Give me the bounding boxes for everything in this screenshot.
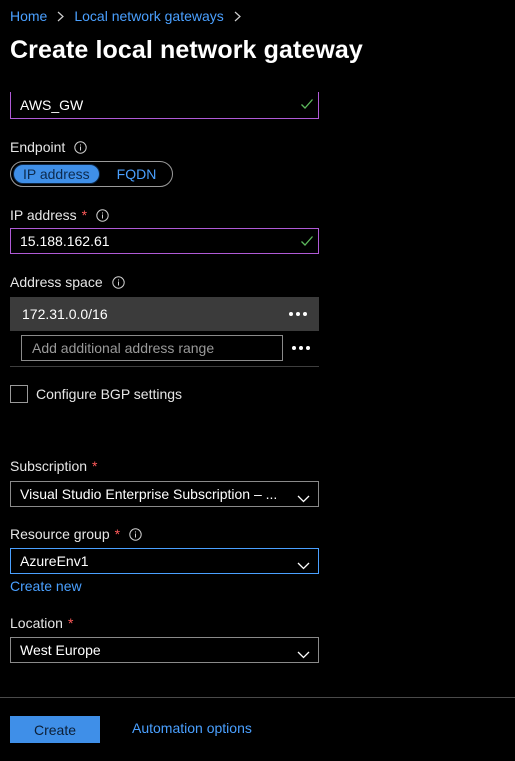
info-icon[interactable] (111, 275, 125, 289)
name-input-value: AWS_GW (20, 97, 84, 113)
endpoint-option-ip-address[interactable]: IP address (13, 164, 100, 184)
endpoint-label: Endpoint (10, 139, 87, 155)
breadcrumb: Home Local network gateways (10, 8, 251, 24)
create-button[interactable]: Create (10, 716, 100, 743)
subscription-value: Visual Studio Enterprise Subscription – … (20, 486, 278, 502)
ip-address-label-text: IP address (10, 207, 77, 223)
resource-group-label: Resource group * (10, 526, 142, 542)
checkbox-box[interactable] (10, 385, 28, 403)
required-marker: * (114, 526, 121, 542)
check-icon (300, 97, 314, 113)
footer-divider (0, 697, 515, 698)
resource-group-select[interactable]: AzureEnv1 (10, 548, 319, 574)
address-space-label-text: Address space (10, 274, 103, 290)
info-icon[interactable] (96, 208, 109, 222)
location-value: West Europe (20, 642, 101, 658)
endpoint-label-text: Endpoint (10, 139, 66, 155)
location-select[interactable]: West Europe (10, 637, 319, 663)
name-input[interactable]: AWS_GW (10, 92, 319, 119)
location-label: Location * (10, 615, 73, 631)
more-icon[interactable] (290, 346, 311, 350)
subscription-select[interactable]: Visual Studio Enterprise Subscription – … (10, 481, 319, 507)
configure-bgp-checkbox[interactable]: Configure BGP settings (10, 385, 182, 403)
ip-address-label: IP address * (10, 207, 109, 223)
divider (10, 366, 319, 367)
required-marker: * (81, 207, 88, 223)
info-icon[interactable] (74, 140, 87, 154)
resource-group-value: AzureEnv1 (20, 553, 89, 569)
location-label-text: Location (10, 615, 63, 631)
chevron-right-icon (234, 11, 241, 22)
required-marker: * (67, 615, 74, 631)
endpoint-toggle[interactable]: IP address FQDN (10, 161, 173, 187)
subscription-label: Subscription * (10, 458, 98, 474)
chevron-down-icon (297, 557, 310, 573)
breadcrumb-local-network-gateways-link[interactable]: Local network gateways (74, 8, 223, 24)
info-icon[interactable] (129, 527, 142, 541)
configure-bgp-label: Configure BGP settings (36, 386, 183, 402)
chevron-right-icon (57, 11, 65, 22)
page-title: Create local network gateway (10, 36, 363, 64)
breadcrumb-home-link[interactable]: Home (10, 8, 47, 24)
required-marker: * (92, 458, 98, 474)
create-new-resource-group-link[interactable]: Create new (10, 578, 82, 594)
subscription-label-text: Subscription (10, 458, 88, 474)
check-icon (300, 234, 314, 250)
add-address-range-input[interactable]: Add additional address range (21, 335, 283, 361)
add-address-range-placeholder: Add additional address range (32, 340, 215, 356)
ip-address-input[interactable]: 15.188.162.61 (10, 228, 319, 254)
address-space-row[interactable]: 172.31.0.0/16 (10, 297, 319, 331)
chevron-down-icon (297, 490, 310, 506)
address-space-value: 172.31.0.0/16 (22, 306, 108, 322)
resource-group-label-text: Resource group (10, 526, 110, 542)
address-space-label: Address space (10, 274, 125, 290)
ip-address-value: 15.188.162.61 (20, 233, 110, 249)
more-icon[interactable] (287, 312, 308, 316)
chevron-down-icon (297, 646, 310, 662)
automation-options-link[interactable]: Automation options (132, 720, 252, 736)
endpoint-option-fqdn[interactable]: FQDN (108, 164, 166, 184)
create-local-network-gateway-blade: Home Local network gateways Create local… (0, 0, 515, 761)
